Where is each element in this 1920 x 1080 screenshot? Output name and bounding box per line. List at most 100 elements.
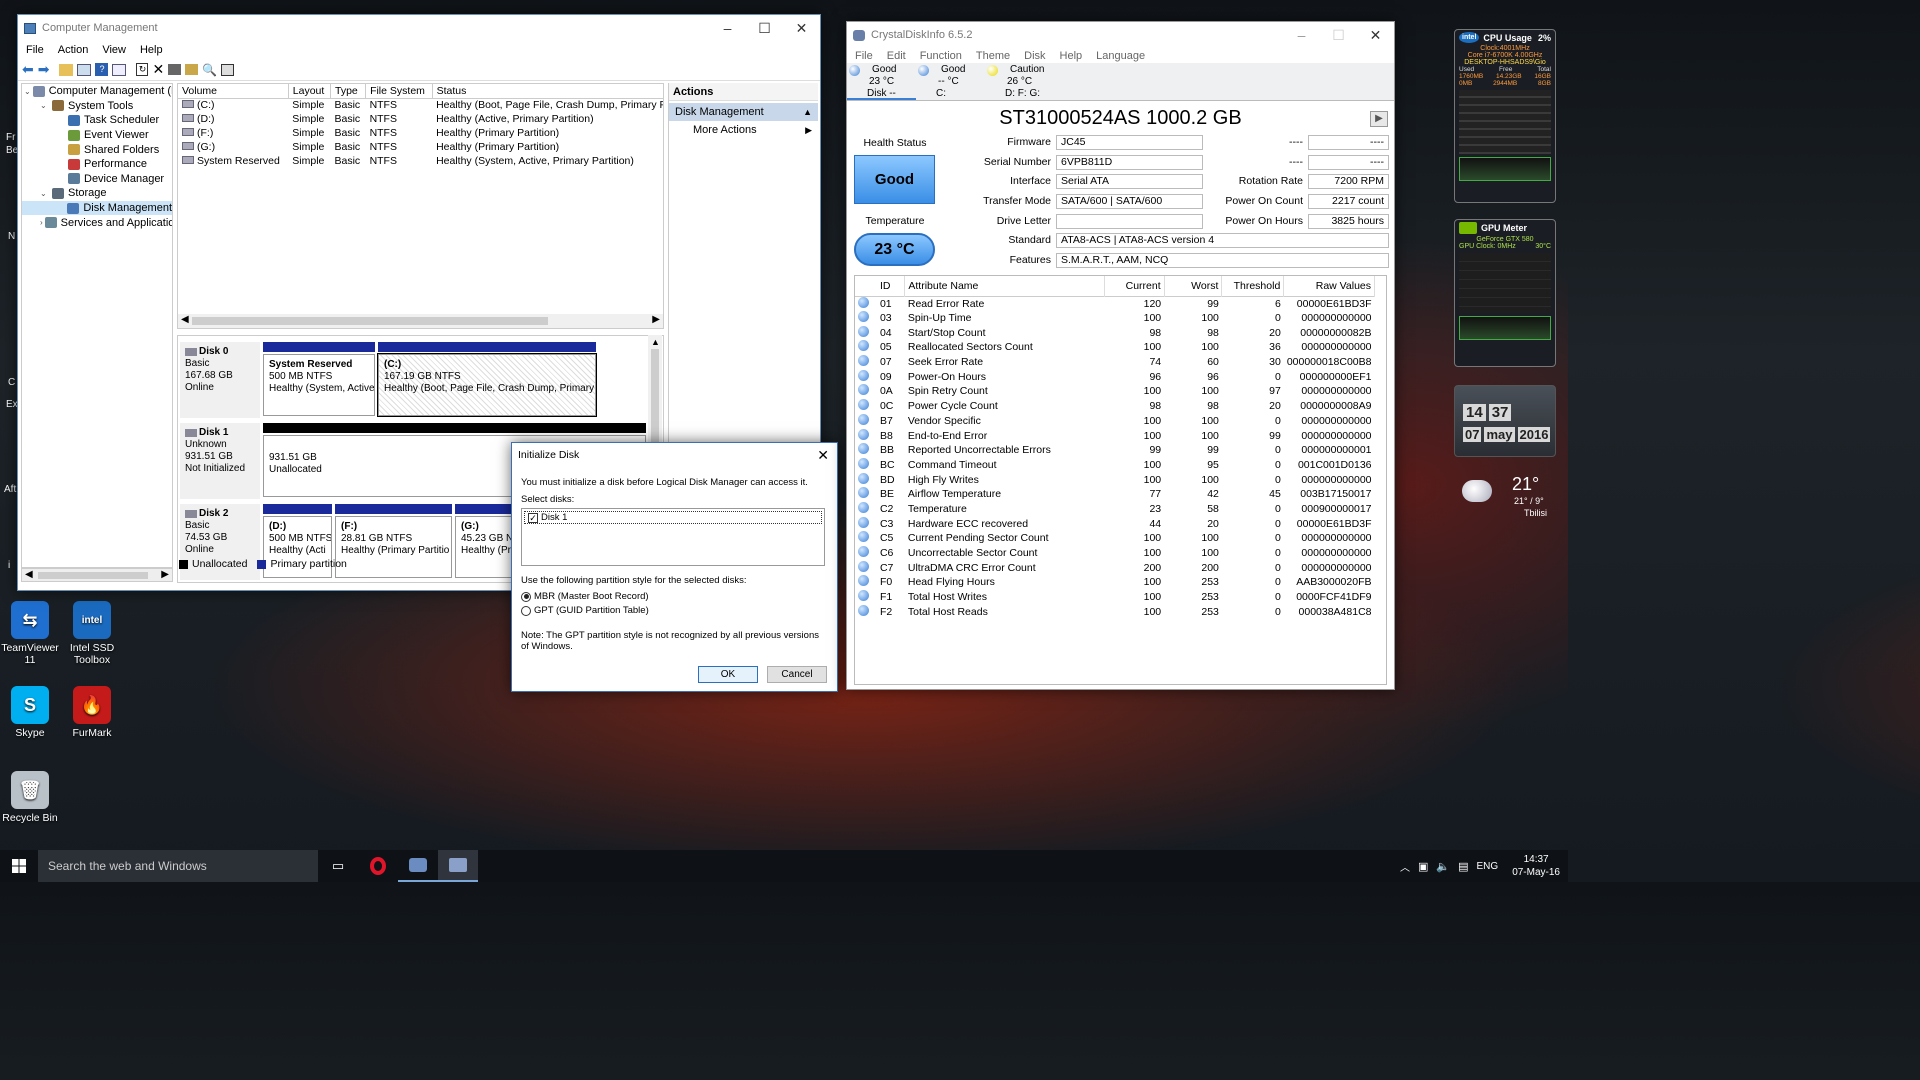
smart-row[interactable]: 0A Spin Retry Count 100 100 97 000000000000 [855,384,1375,399]
tree-item[interactable]: Device Manager [22,172,172,187]
search-box[interactable]: Search the web and Windows [38,850,318,882]
smart-row[interactable]: 0C Power Cycle Count 98 98 20 0000000008A9 [855,399,1375,414]
disk-listbox[interactable]: ✓ Disk 1 [521,508,825,566]
tree-scrollbar[interactable]: ◀ ▶ [21,568,173,582]
smart-row[interactable]: 04 Start/Stop Count 98 98 20 00000000082B [855,325,1375,340]
smart-row[interactable]: C5 Current Pending Sector Count 100 100 0 000… [855,531,1375,546]
smart-row[interactable]: 09 Power-On Hours 96 96 0 000000000EF1 [855,369,1375,384]
folder-icon[interactable] [185,64,199,75]
smart-column-header[interactable]: Raw Values [1283,276,1375,296]
disk-info[interactable]: Disk 0 Basic 167.68 GB Online [180,342,260,418]
cdi-menu-theme[interactable]: Theme [976,50,1010,62]
back-icon[interactable]: ⬅ [22,61,34,78]
smart-row[interactable]: BC Command Timeout 100 95 0 001C001D0136 [855,457,1375,473]
delete-icon[interactable]: ✕ [152,61,164,78]
network-icon[interactable]: ▣ [1418,860,1428,873]
volume-hscrollbar[interactable]: ◀ ▶ [178,314,663,328]
cdi-menu-disk[interactable]: Disk [1024,50,1045,62]
column-header[interactable]: Type [330,84,367,98]
properties-icon[interactable] [112,63,127,76]
cdi-minimize-button[interactable]: – [1283,27,1320,44]
desktop-icon-4[interactable]: 🗑 Recycle Bin [0,771,60,824]
actions-section[interactable]: Disk Management ▲ [669,103,818,121]
collapse-icon[interactable]: ▲ [803,103,812,121]
close-button[interactable]: ✕ [783,20,820,37]
opera-taskbar-button[interactable] [358,850,398,882]
start-button[interactable] [0,850,38,882]
gpt-option[interactable]: GPT (GUID Partition Table) [521,605,828,616]
taskbar-clock[interactable]: 14:37 07-May-16 [1512,853,1560,879]
chevron-icon[interactable]: › [40,218,43,227]
table-row[interactable]: (G:) Simple Basic NTFS Healthy (Primary Part… [178,140,663,154]
disk-info[interactable]: Disk 1 Unknown 931.51 GB Not Initialized [180,423,260,499]
up-folder-icon[interactable] [59,63,74,76]
partition-block[interactable]: (G:)45.23 GB NTFSHealthy (Pri [455,516,515,578]
column-header[interactable]: Status [432,84,663,98]
tree-item[interactable]: Performance [22,157,172,172]
smart-column-header[interactable]: Worst [1164,276,1223,296]
smart-column-header[interactable]: Attribute Name [904,276,1105,296]
column-header[interactable]: Layout [288,84,331,98]
smart-row[interactable]: 05 Reallocated Sectors Count 100 100 36 00000… [855,340,1375,355]
tree-item[interactable]: Task Scheduler [22,113,172,128]
titlebar[interactable]: Computer Management – ☐ ✕ [18,15,820,41]
smart-row[interactable]: BD High Fly Writes 100 100 0 000000000000 [855,472,1375,487]
menu-help[interactable]: Help [140,44,163,56]
cdi-menu-edit[interactable]: Edit [887,50,906,62]
table-row[interactable]: System Reserved Simple Basic NTFS Healthy (S… [178,154,663,168]
task-view-button[interactable]: ▭ [318,858,358,874]
tree-item[interactable]: Disk Management [22,200,172,216]
maximize-button[interactable]: ☐ [746,20,783,37]
partition-block[interactable]: (F:) 28.81 GB NTFS Healthy (Primary Partit… [335,516,452,578]
language-indicator[interactable]: ENG [1477,861,1499,872]
cdi-maximize-button[interactable]: ☐ [1320,27,1357,44]
smart-row[interactable]: C2 Temperature 23 58 0 000900000017 [855,501,1375,517]
tree-item[interactable]: › Services and Applications [22,215,172,230]
smart-row[interactable]: F1 Total Host Writes 100 253 0 0000FCF41DF9 [855,590,1375,605]
table-row[interactable]: (D:) Simple Basic NTFS Healthy (Active, Prim… [178,112,663,126]
ok-button[interactable]: OK [698,666,758,683]
next-drive-button[interactable]: ▶ [1370,111,1388,127]
smart-row[interactable]: C6 Uncorrectable Sector Count 100 100 0 00000… [855,546,1375,561]
dialog-titlebar[interactable]: Initialize Disk ✕ [512,443,837,467]
cdi-menu-function[interactable]: Function [920,50,962,62]
smart-row[interactable]: 01 Read Error Rate 120 99 6 00000E61BD3F [855,296,1375,311]
desktop-icon-1[interactable]: intel Intel SSD Toolbox [62,601,122,666]
refresh-icon[interactable]: ↻ [136,63,149,76]
mbr-option[interactable]: MBR (Master Boot Record) [521,591,828,602]
cdi-titlebar[interactable]: CrystalDiskInfo 6.5.2 – ☐ ✕ [847,22,1394,48]
show-hidden-icons-icon[interactable]: ︿ [1400,859,1410,874]
table-row[interactable]: (F:) Simple Basic NTFS Healthy (Primary Part… [178,126,663,140]
cdi-menu-help[interactable]: Help [1060,50,1083,62]
help-icon[interactable]: ? [95,63,109,76]
mbr-radio[interactable] [521,591,531,602]
menu-file[interactable]: File [26,44,44,56]
smart-row[interactable]: 03 Spin-Up Time 100 100 0 000000000000 [855,311,1375,326]
forward-icon[interactable]: ➡ [38,61,50,78]
table-row[interactable]: (C:) Simple Basic NTFS Healthy (Boot, Page F… [178,98,663,112]
column-header[interactable]: File System [365,84,433,98]
search-icon[interactable]: 🔍 [202,63,217,77]
tree-item[interactable]: ⌄ Storage [22,186,172,201]
show-hide-tree-icon[interactable] [77,63,92,76]
dialog-close-button[interactable]: ✕ [817,447,829,464]
minimize-button[interactable]: – [709,20,746,37]
cdi-menu-file[interactable]: File [855,50,873,62]
drive-tab[interactable]: Caution 26 °C D: F: G: [985,63,1054,100]
menu-view[interactable]: View [102,44,126,56]
column-header[interactable]: Volume [178,84,289,98]
disk-checkbox[interactable]: ✓ [528,512,538,523]
smart-row[interactable]: BB Reported Uncorrectable Errors 99 99 0 0000… [855,443,1375,458]
gpt-radio[interactable] [521,605,531,616]
disk-icon[interactable] [168,64,182,75]
smart-row[interactable]: C3 Hardware ECC recovered 44 20 0 00000E61BD3… [855,516,1375,531]
more-actions[interactable]: More Actions ▶ [669,121,818,139]
smart-row[interactable]: BE Airflow Temperature 77 42 45 003B17150017 [855,487,1375,502]
settings-icon[interactable] [221,63,235,76]
tree-item[interactable]: Shared Folders [22,142,172,157]
notifications-icon[interactable]: ▤ [1458,860,1468,873]
tree-item[interactable]: ⌄ Computer Management (Local [22,84,172,99]
cancel-button[interactable]: Cancel [767,666,827,683]
smart-row[interactable]: F2 Total Host Reads 100 253 0 000038A481C8 [855,604,1375,619]
smart-row[interactable]: B8 End-to-End Error 100 100 99 000000000000 [855,428,1375,443]
